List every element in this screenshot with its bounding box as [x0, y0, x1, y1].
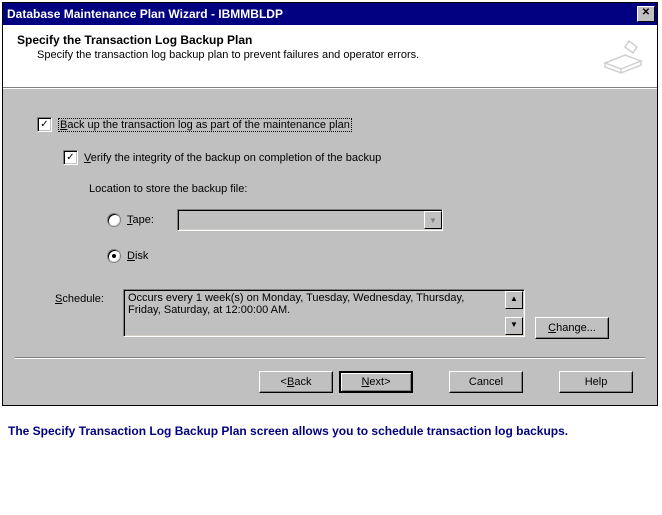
wizard-body: ✓ Back up the transaction log as part of… — [3, 88, 657, 405]
schedule-label: Schedule: — [55, 289, 123, 305]
cancel-button[interactable]: Cancel — [449, 371, 523, 393]
scroll-up-icon[interactable]: ▲ — [505, 291, 523, 309]
schedule-textarea[interactable]: Occurs every 1 week(s) on Monday, Tuesda… — [123, 289, 525, 337]
disk-radio[interactable] — [107, 249, 121, 263]
page-title: Specify the Transaction Log Backup Plan — [17, 33, 599, 47]
help-button[interactable]: Help — [559, 371, 633, 393]
backup-checkbox-row[interactable]: ✓ Back up the transaction log as part of… — [37, 117, 633, 132]
page-subtitle: Specify the transaction log backup plan … — [37, 49, 599, 61]
window-title: Database Maintenance Plan Wizard - IBMMB… — [7, 7, 283, 21]
schedule-row: Schedule: Occurs every 1 week(s) on Mond… — [55, 289, 633, 339]
backup-checkbox-label: Back up the transaction log as part of t… — [58, 118, 352, 132]
tape-radio-row[interactable]: Tape: ▼ — [107, 209, 633, 231]
tape-dropdown[interactable]: ▼ — [177, 209, 443, 231]
scroll-down-icon[interactable]: ▼ — [505, 317, 523, 335]
change-button[interactable]: Change... — [535, 317, 609, 339]
book-icon — [599, 33, 647, 77]
disk-radio-label: Disk — [127, 250, 148, 262]
divider — [15, 357, 645, 359]
location-label: Location to store the backup file: — [89, 183, 633, 195]
next-button[interactable]: Next > — [339, 371, 413, 393]
tape-radio-label: Tape: — [127, 214, 177, 226]
verify-checkbox[interactable]: ✓ — [63, 150, 78, 165]
schedule-text: Occurs every 1 week(s) on Monday, Tuesda… — [128, 292, 520, 316]
tape-radio[interactable] — [107, 213, 121, 227]
button-row: < Back Next > Cancel Help — [37, 371, 633, 393]
verify-checkbox-label: Verify the integrity of the backup on co… — [84, 152, 381, 164]
disk-radio-row[interactable]: Disk — [107, 249, 633, 263]
chevron-down-icon[interactable]: ▼ — [424, 211, 442, 229]
wizard-window: Database Maintenance Plan Wizard - IBMMB… — [2, 2, 658, 406]
back-button[interactable]: < Back — [259, 371, 333, 393]
wizard-header: Specify the Transaction Log Backup Plan … — [3, 25, 657, 88]
close-button[interactable]: ✕ — [637, 6, 655, 22]
verify-checkbox-row[interactable]: ✓ Verify the integrity of the backup on … — [63, 150, 633, 165]
titlebar: Database Maintenance Plan Wizard - IBMMB… — [3, 3, 657, 25]
backup-checkbox[interactable]: ✓ — [37, 117, 52, 132]
figure-caption: The Specify Transaction Log Backup Plan … — [8, 424, 654, 438]
